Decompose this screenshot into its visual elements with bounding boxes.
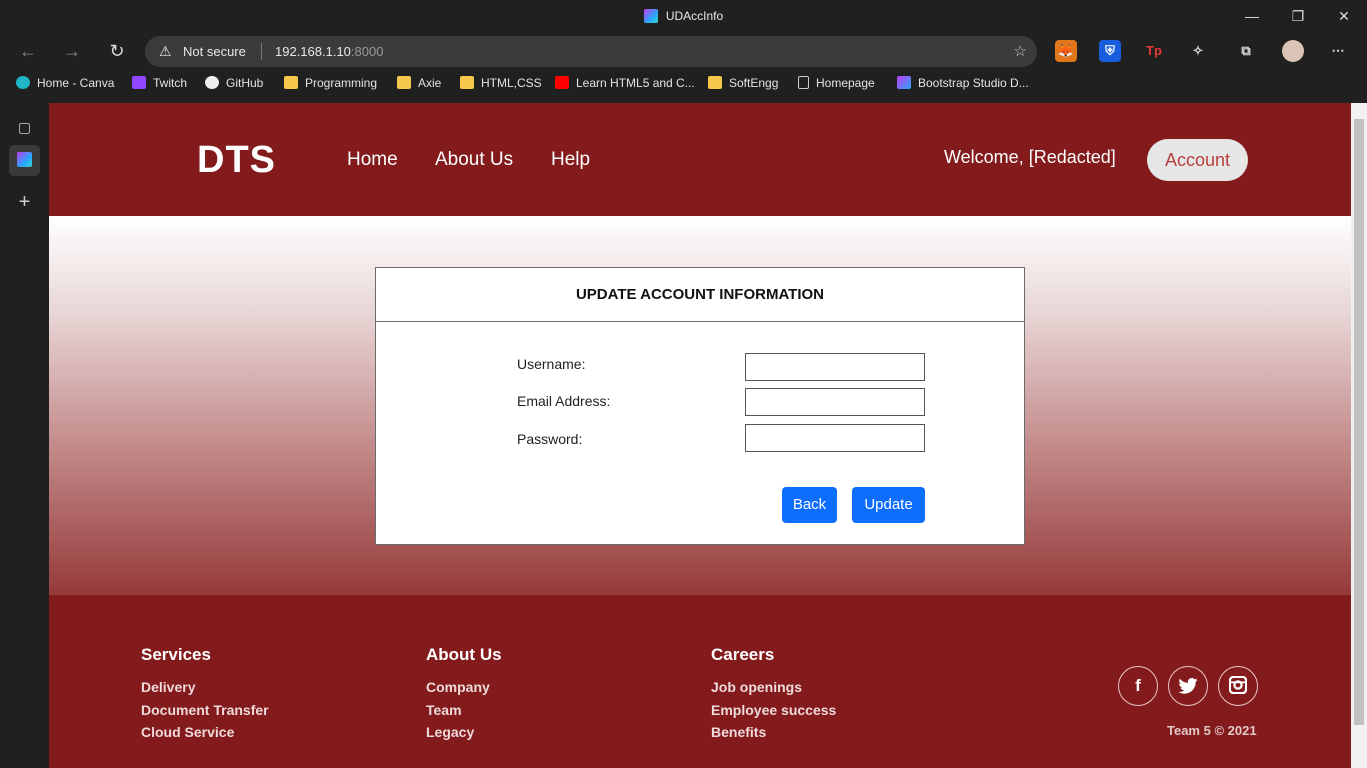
bookmark-label: GitHub	[226, 76, 264, 90]
url-port: :8000	[350, 44, 384, 59]
forward-arrow-icon[interactable]: →	[58, 37, 86, 65]
tp-extension-icon[interactable]: Tp	[1143, 40, 1165, 62]
vertical-tabs-sidebar: ▢ +	[0, 103, 49, 768]
footer-link-benefits[interactable]: Benefits	[711, 724, 766, 740]
nav-help-link[interactable]: Help	[551, 149, 590, 171]
tab-title[interactable]: UDAccInfo	[0, 9, 1367, 23]
back-button[interactable]: Back	[782, 487, 837, 523]
active-tab-favicon-icon[interactable]	[9, 145, 40, 176]
metamask-extension-icon[interactable]: 🦊	[1055, 40, 1077, 62]
github-icon	[205, 76, 219, 89]
footer-about-title: About Us	[426, 645, 502, 664]
url-host: 192.168.1.10	[275, 44, 351, 59]
twitter-icon[interactable]	[1168, 666, 1208, 706]
site-header: DTS Home About Us Help Welcome, [Redacte…	[49, 103, 1351, 216]
close-icon[interactable]: ✕	[1321, 0, 1367, 33]
update-account-card: UPDATE ACCOUNT INFORMATION Username: Ema…	[375, 267, 1025, 545]
footer-link-job-openings[interactable]: Job openings	[711, 679, 802, 695]
welcome-text: Welcome, [Redacted]	[944, 147, 1116, 167]
footer-link-legacy[interactable]: Legacy	[426, 724, 474, 740]
bookmark-item[interactable]: Bootstrap Studio D...	[897, 76, 1029, 90]
collections-icon[interactable]: ⧉	[1235, 40, 1257, 62]
email-input[interactable]	[745, 388, 925, 416]
tab-actions-icon[interactable]: ▢	[9, 112, 40, 143]
more-menu-icon[interactable]: ⋯	[1327, 40, 1349, 62]
bookmarks-bar: Home - Canva Twitch GitHub Programming A…	[0, 69, 1367, 100]
nav-about-link[interactable]: About Us	[435, 149, 513, 171]
bookmark-item[interactable]: Home - Canva	[16, 76, 114, 90]
nav-home-link[interactable]: Home	[347, 149, 398, 171]
bookmark-label: Learn HTML5 and C...	[576, 76, 695, 90]
new-tab-plus-icon[interactable]: +	[9, 187, 40, 218]
address-divider	[261, 43, 262, 60]
bookmark-label: Homepage	[816, 76, 875, 90]
username-label: Username:	[517, 356, 586, 372]
bookmark-label: Twitch	[153, 76, 188, 90]
footer-link-document-transfer[interactable]: Document Transfer	[141, 702, 269, 718]
password-label: Password:	[517, 431, 583, 447]
footer-link-cloud-service[interactable]: Cloud Service	[141, 724, 234, 740]
folder-icon	[284, 76, 298, 89]
folder-icon	[397, 76, 411, 89]
youtube-icon	[555, 76, 569, 89]
url-text[interactable]: 192.168.1.10:8000	[275, 44, 383, 59]
update-button[interactable]: Update	[852, 487, 925, 523]
minimize-icon[interactable]: —	[1229, 0, 1275, 33]
bootstrap-studio-icon	[897, 76, 911, 89]
footer-link-team[interactable]: Team	[426, 702, 462, 718]
favorite-star-icon[interactable]: ☆	[1014, 42, 1027, 60]
bookmark-label: Programming	[305, 76, 378, 90]
bookmark-item[interactable]: Homepage	[798, 76, 875, 90]
tab-title-text: UDAccInfo	[665, 9, 724, 23]
back-arrow-icon[interactable]: ←	[14, 37, 42, 65]
bookmark-item[interactable]: HTML,CSS	[460, 76, 542, 90]
bookmark-label: Home - Canva	[37, 76, 115, 90]
reload-icon[interactable]: ↻	[103, 37, 131, 65]
page-icon	[798, 76, 809, 89]
site-footer: Services Delivery Document Transfer Clou…	[49, 595, 1351, 768]
footer-services-title: Services	[141, 645, 211, 664]
bookmark-item[interactable]: SoftEngg	[708, 76, 778, 90]
username-input[interactable]	[745, 353, 925, 381]
instagram-icon[interactable]	[1218, 666, 1258, 706]
password-input[interactable]	[745, 424, 925, 452]
footer-link-employee-success[interactable]: Employee success	[711, 702, 836, 718]
profile-avatar[interactable]	[1282, 40, 1304, 62]
restore-icon[interactable]: ❐	[1275, 0, 1321, 33]
bitwarden-extension-icon[interactable]: ⛨	[1099, 40, 1121, 62]
card-title: UPDATE ACCOUNT INFORMATION	[376, 268, 1024, 322]
browser-title-bar: UDAccInfo — ❐ ✕	[0, 0, 1367, 33]
address-bar[interactable]: ⚠ Not secure 192.168.1.10:8000 ☆	[145, 36, 1037, 67]
web-page: DTS Home About Us Help Welcome, [Redacte…	[49, 103, 1351, 768]
folder-icon	[460, 76, 474, 89]
folder-icon	[708, 76, 722, 89]
twitch-icon	[132, 76, 146, 89]
email-label: Email Address:	[517, 393, 611, 409]
bookmark-label: SoftEngg	[729, 76, 779, 90]
bookmark-label: HTML,CSS	[481, 76, 542, 90]
footer-link-company[interactable]: Company	[426, 679, 490, 695]
footer-careers-title: Careers	[711, 645, 775, 664]
bookmark-item[interactable]: Learn HTML5 and C...	[555, 76, 695, 90]
security-status[interactable]: Not secure	[183, 44, 246, 59]
site-logo[interactable]: DTS	[197, 139, 276, 182]
canva-icon	[16, 76, 30, 89]
bookmark-item[interactable]: Axie	[397, 76, 441, 90]
facebook-icon[interactable]: f	[1118, 666, 1158, 706]
bookmark-item[interactable]: GitHub	[205, 76, 263, 90]
bookmark-label: Axie	[418, 76, 442, 90]
site-favicon-icon	[643, 9, 658, 23]
bookmark-item[interactable]: Twitch	[132, 76, 187, 90]
bookmark-label: Bootstrap Studio D...	[918, 76, 1029, 90]
account-button[interactable]: Account	[1147, 139, 1248, 181]
warning-icon[interactable]: ⚠	[159, 43, 172, 60]
footer-link-delivery[interactable]: Delivery	[141, 679, 195, 695]
scrollbar-thumb[interactable]	[1354, 119, 1364, 725]
copyright-text: Team 5 © 2021	[1167, 723, 1257, 738]
page-scrollbar[interactable]	[1351, 103, 1367, 768]
bookmark-item[interactable]: Programming	[284, 76, 377, 90]
extensions-puzzle-icon[interactable]: ✧	[1187, 40, 1209, 62]
